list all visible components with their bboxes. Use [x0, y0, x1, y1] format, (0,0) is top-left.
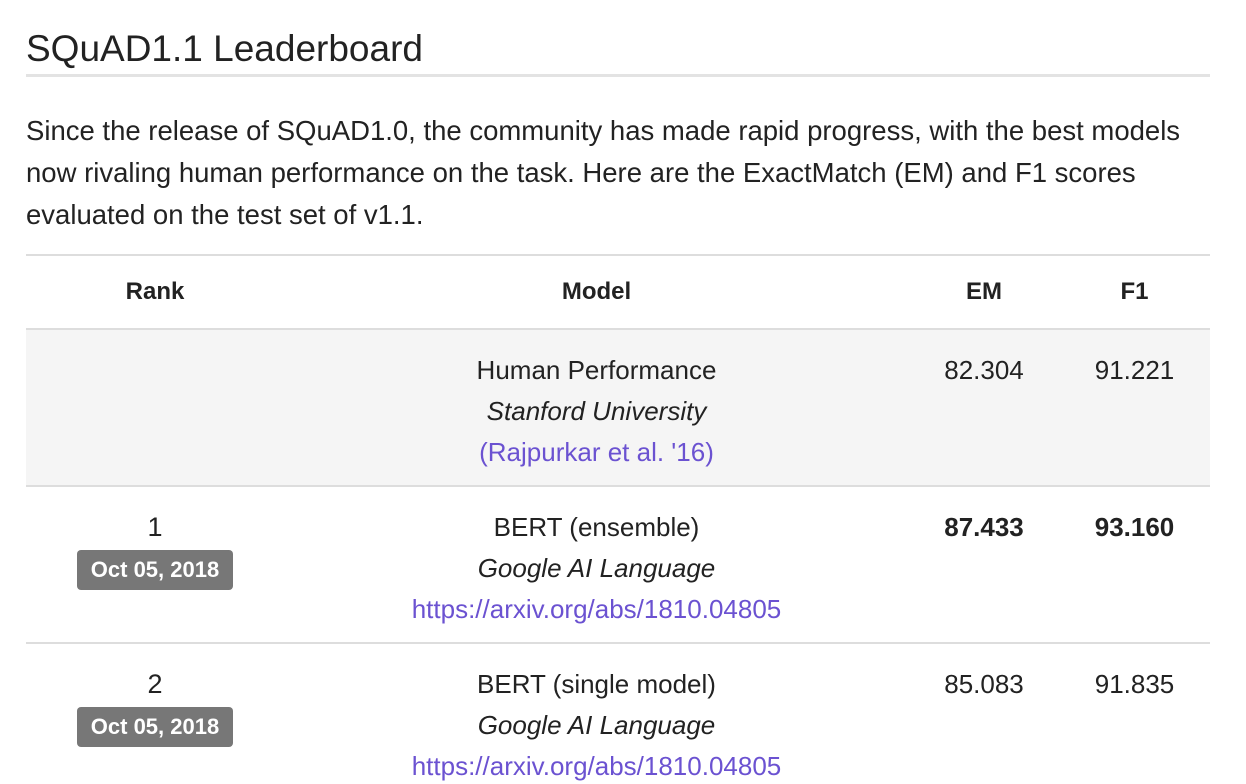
em-score: 87.433 — [944, 512, 1024, 542]
model-paper-link[interactable]: https://arxiv.org/abs/1810.04805 — [284, 746, 909, 784]
human-f1-cell: 91.221 — [1059, 329, 1210, 487]
rank-column-header: Rank — [26, 254, 284, 330]
rank-number: 2 — [147, 669, 163, 699]
date-badge: Oct 05, 2018 — [76, 707, 234, 747]
human-citation-link[interactable]: (Rajpurkar et al. '16) — [284, 432, 909, 473]
table-header-row: Rank Model EM F1 — [26, 254, 1210, 330]
human-model-cell: Human Performance Stanford University (R… — [284, 329, 909, 487]
title-divider — [26, 74, 1210, 77]
f1-column-header: F1 — [1059, 254, 1210, 330]
f1-score: 93.160 — [1094, 512, 1175, 542]
em-score: 85.083 — [944, 669, 1024, 699]
human-performance-row: Human Performance Stanford University (R… — [26, 329, 1210, 487]
intro-paragraph: Since the release of SQuAD1.0, the commu… — [26, 115, 1181, 230]
model-cell: BERT (single model) Google AI Language h… — [284, 643, 909, 784]
f1-cell: 93.160 — [1059, 486, 1210, 644]
model-column-header: Model — [284, 254, 909, 330]
leaderboard-page: SQuAD1.1 Leaderboard Since the release o… — [0, 0, 1246, 784]
date-badge: Oct 05, 2018 — [76, 550, 234, 590]
page-title: SQuAD1.1 Leaderboard — [26, 28, 423, 69]
rank-number: 1 — [147, 512, 163, 542]
human-em-score: 82.304 — [944, 355, 1024, 385]
leaderboard-table: Rank Model EM F1 Human Performance Stanf… — [26, 254, 1210, 784]
human-model-org: Stanford University — [486, 396, 707, 426]
model-org: Google AI Language — [477, 553, 716, 583]
model-paper-link[interactable]: https://arxiv.org/abs/1810.04805 — [284, 589, 909, 630]
em-cell: 87.433 — [909, 486, 1059, 644]
human-model-name: Human Performance — [476, 355, 717, 385]
human-em-cell: 82.304 — [909, 329, 1059, 487]
model-org: Google AI Language — [477, 710, 716, 740]
table-row: 2 Oct 05, 2018 BERT (single model) Googl… — [26, 643, 1210, 784]
f1-cell: 91.835 — [1059, 643, 1210, 784]
f1-score: 91.835 — [1094, 669, 1175, 699]
em-column-header: EM — [909, 254, 1059, 330]
table-row: 1 Oct 05, 2018 BERT (ensemble) Google AI… — [26, 486, 1210, 644]
model-name: BERT (single model) — [477, 669, 716, 699]
em-cell: 85.083 — [909, 643, 1059, 784]
rank-cell: 2 Oct 05, 2018 — [26, 643, 284, 784]
model-name: BERT (ensemble) — [493, 512, 700, 542]
rank-cell: 1 Oct 05, 2018 — [26, 486, 284, 644]
human-f1-score: 91.221 — [1094, 355, 1175, 385]
human-rank-cell — [26, 329, 284, 487]
model-cell: BERT (ensemble) Google AI Language https… — [284, 486, 909, 644]
